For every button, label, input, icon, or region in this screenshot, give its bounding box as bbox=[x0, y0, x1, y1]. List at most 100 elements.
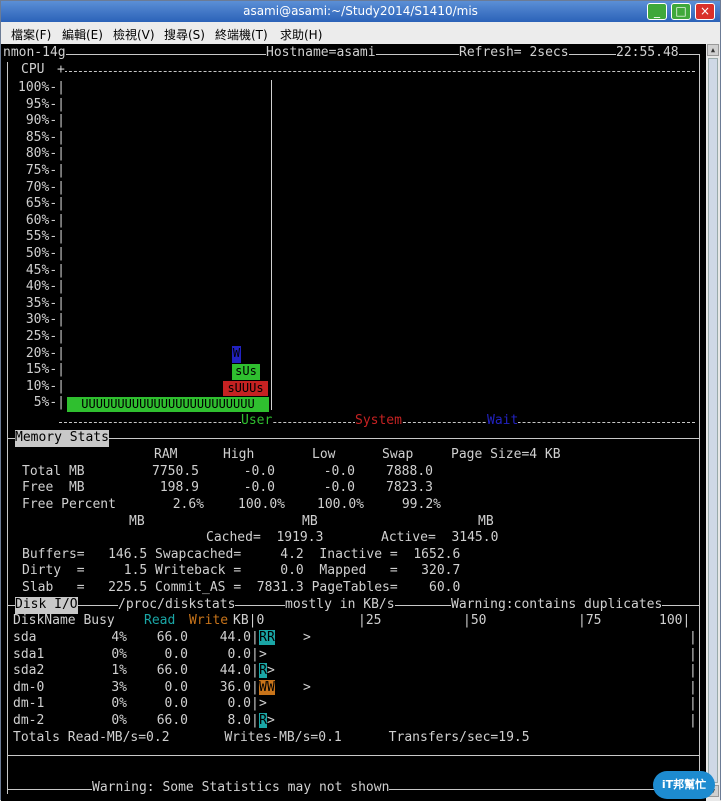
cpu-divider bbox=[271, 80, 272, 410]
menu-edit[interactable]: 編輯(E) bbox=[62, 26, 103, 43]
disk-row-marker: > bbox=[267, 713, 275, 728]
cpu-title: CPU bbox=[21, 62, 45, 79]
menu-help[interactable]: 求助(H) bbox=[280, 26, 322, 43]
mb-header-3: MB bbox=[478, 514, 494, 529]
mem-freepct-high: 100.0% bbox=[238, 497, 285, 512]
disk-scale-50: |50 bbox=[463, 613, 487, 628]
title-bar[interactable]: asami@asami:~/Study2014/S1410/mis _ □ × bbox=[1, 1, 720, 22]
mem-head-high: High bbox=[223, 447, 255, 462]
frame-left bbox=[7, 54, 8, 794]
minimize-icon: _ bbox=[654, 4, 660, 18]
mem-head-ram: RAM bbox=[154, 447, 178, 462]
disk-row-busy: 1% bbox=[111, 663, 127, 679]
disk-row-end: | bbox=[689, 713, 697, 728]
disk-row-marker: > bbox=[259, 696, 267, 712]
disk-row-write: 44.0 bbox=[219, 630, 251, 645]
memory-rule bbox=[7, 438, 699, 439]
cpu-y-label: 70%-| bbox=[25, 179, 65, 195]
disk-bar-separator: | bbox=[251, 679, 259, 695]
disk-row-end: | bbox=[689, 646, 697, 662]
disk-col-write: Write bbox=[189, 613, 229, 628]
menu-file[interactable]: 檔案(F) bbox=[11, 26, 51, 43]
mem-row-label: Free Percent bbox=[22, 497, 116, 512]
terminal-window: asami@asami:~/Study2014/S1410/mis _ □ × … bbox=[0, 0, 721, 801]
disk-row-name: sda bbox=[13, 630, 37, 645]
vertical-scrollbar[interactable]: ▲ ▼ bbox=[706, 44, 720, 801]
memory-stats-title: Memory Stats bbox=[15, 430, 109, 447]
mem-total-high: -0.0 bbox=[243, 464, 275, 479]
disk-bar-separator: | bbox=[251, 696, 259, 712]
disk-row-write: 44.0 bbox=[219, 663, 251, 679]
menu-terminal[interactable]: 終端機(T) bbox=[215, 26, 268, 43]
cpu-y-label: 45%-| bbox=[25, 262, 65, 278]
mem-line-slab: Slab = 225.5 Commit_AS = 7831.3 PageTabl… bbox=[22, 580, 461, 595]
disk-col-read: Read bbox=[144, 613, 176, 628]
disk-row-name: dm-0 bbox=[13, 679, 45, 695]
cpu-y-label: 35%-| bbox=[25, 295, 65, 311]
window-title: asami@asami:~/Study2014/S1410/mis bbox=[243, 4, 478, 18]
disk-bar-separator: | bbox=[251, 663, 259, 679]
close-button[interactable]: × bbox=[695, 3, 715, 20]
disk-row-bar: RR bbox=[259, 630, 275, 645]
disk-row-bar: WW bbox=[259, 679, 275, 695]
cpu-y-label: 55%-| bbox=[25, 229, 65, 245]
scroll-up-arrow-icon[interactable]: ▲ bbox=[707, 44, 719, 56]
mem-total-low: -0.0 bbox=[323, 464, 355, 479]
legend-user: User bbox=[241, 413, 273, 430]
disk-row-bar: R bbox=[259, 713, 267, 728]
minimize-button[interactable]: _ bbox=[647, 3, 667, 20]
disk-bar-separator: | bbox=[251, 646, 259, 662]
mem-freepct-low: 100.0% bbox=[317, 497, 364, 512]
disk-row-marker: > bbox=[303, 630, 311, 645]
disk-row-end: | bbox=[689, 679, 697, 695]
disk-bottom-rule bbox=[7, 755, 699, 756]
disk-row-write: 0.0 bbox=[227, 646, 251, 662]
cpu-y-label: 50%-| bbox=[25, 246, 65, 261]
cpu-y-label: 40%-| bbox=[25, 279, 65, 295]
disk-row-name: sda1 bbox=[13, 646, 45, 662]
mem-active: Active= 3145.0 bbox=[381, 530, 499, 545]
cpu-y-label: 100%-| bbox=[18, 80, 65, 95]
cpu-y-label: 85%-| bbox=[25, 129, 65, 145]
disk-row-read: 66.0 bbox=[156, 663, 188, 679]
mem-line-buffers: Buffers= 146.5 Swapcached= 4.2 Inactive … bbox=[22, 547, 461, 562]
close-icon: × bbox=[699, 4, 711, 18]
cpu-top-rule bbox=[59, 71, 695, 72]
disk-row-read: 66.0 bbox=[156, 713, 188, 728]
disk-row-busy: 0% bbox=[111, 713, 127, 728]
disk-row-marker: > bbox=[259, 646, 267, 662]
cpu-y-label: 30%-| bbox=[25, 312, 65, 328]
disk-bar-separator: | bbox=[251, 630, 259, 645]
terminal-area[interactable]: nmon-14g Hostname=asami Refresh= 2secs 2… bbox=[1, 44, 706, 801]
disk-scale-100: 100| bbox=[659, 613, 691, 628]
cpu-y-label: 20%-| bbox=[25, 345, 65, 361]
cpu-y-label: 15%-| bbox=[25, 362, 65, 378]
mem-freepct-swap: 99.2% bbox=[401, 497, 441, 512]
disk-row-busy: 3% bbox=[111, 679, 127, 695]
cpu-y-label: 25%-| bbox=[25, 329, 65, 344]
disk-row-busy: 0% bbox=[111, 696, 127, 712]
disk-warning: Warning:contains duplicates bbox=[451, 597, 663, 614]
disk-row-end: | bbox=[689, 696, 697, 712]
mem-row-label: Total MB bbox=[22, 464, 85, 479]
disk-row-bar: R bbox=[259, 663, 267, 679]
mem-total-ram: 7750.5 bbox=[152, 464, 199, 479]
mem-free-low: -0.0 bbox=[323, 480, 355, 495]
cpu-y-label: 65%-| bbox=[25, 196, 65, 212]
disk-row-name: dm-2 bbox=[13, 713, 45, 728]
scroll-thumb[interactable] bbox=[708, 58, 718, 783]
ithome-logo: iT邦幫忙 bbox=[653, 771, 715, 799]
menu-view[interactable]: 檢視(V) bbox=[113, 26, 155, 43]
disk-scale-25: |25 bbox=[358, 613, 382, 628]
maximize-button[interactable]: □ bbox=[671, 3, 691, 20]
mem-total-swap: 7888.0 bbox=[386, 464, 433, 479]
disk-row-marker: > bbox=[303, 679, 311, 695]
footer-warning: Warning: Some Statistics may not shown bbox=[92, 780, 390, 797]
clock: 22:55.48 bbox=[616, 45, 679, 62]
menu-search[interactable]: 搜尋(S) bbox=[164, 26, 205, 43]
disk-row-marker: > bbox=[267, 663, 275, 679]
refresh-rate: Refresh= 2secs bbox=[459, 45, 569, 62]
mem-free-high: -0.0 bbox=[243, 480, 275, 495]
disk-col-name: DiskName Busy bbox=[13, 613, 115, 628]
disk-source: /proc/diskstats bbox=[118, 597, 236, 614]
